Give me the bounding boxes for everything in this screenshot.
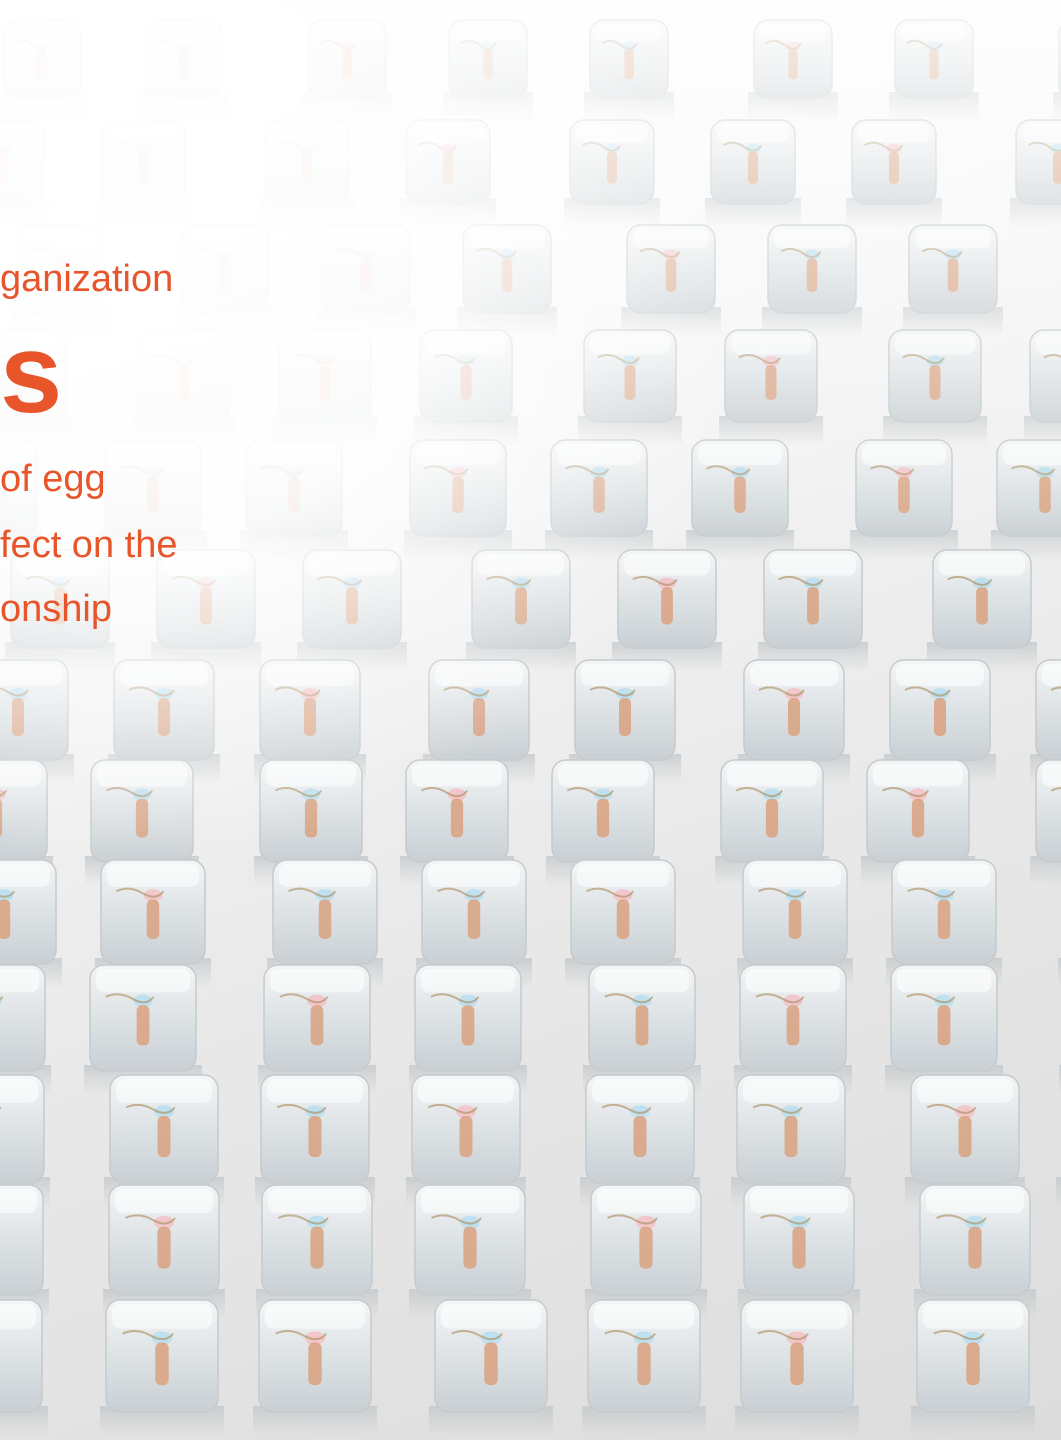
ice-cube: [256, 1184, 378, 1319]
ice-cube: [927, 549, 1037, 672]
body-line-3: onship: [0, 588, 112, 630]
ice-cube: [132, 329, 236, 446]
ice-cube: [0, 119, 50, 228]
ice-cube: [758, 549, 868, 672]
ice-cube: [914, 1184, 1036, 1319]
ice-cube: [1024, 329, 1061, 446]
ice-cube: [545, 439, 653, 560]
ice-cube: [466, 549, 576, 672]
ice-cube: [457, 224, 557, 337]
body-line-1: of egg: [0, 458, 106, 500]
ice-cube: [850, 439, 958, 560]
ice-cube: [911, 1299, 1035, 1436]
ice-cube: [612, 549, 722, 672]
heading-large: s: [0, 311, 63, 436]
ice-cube: [151, 549, 261, 672]
heading-small: ganization: [0, 258, 174, 300]
ice-cube: [883, 329, 987, 446]
ice-cube: [0, 19, 87, 122]
ice-cube: [903, 224, 1003, 337]
ice-cube: [991, 439, 1061, 560]
ice-cube: [705, 119, 801, 228]
ice-cube: [316, 224, 416, 337]
slide-canvas: ganization s of egg fect on the onship: [0, 0, 1061, 1440]
ice-cube: [400, 119, 496, 228]
ice-cube: [748, 19, 838, 122]
ice-cube: [138, 19, 228, 122]
ice-cube: [719, 329, 823, 446]
ice-cube: [100, 1299, 224, 1436]
ice-cube: [846, 119, 942, 228]
body-line-2: fect on the: [0, 524, 178, 566]
ice-cube: [273, 329, 377, 446]
ice-cube: [0, 1299, 48, 1436]
ice-cube-embryo-photo: [0, 19, 1061, 1436]
ice-cube: [621, 224, 721, 337]
ice-cube: [584, 19, 674, 122]
ice-cube: [429, 1299, 553, 1436]
ice-cube: [95, 119, 191, 228]
ice-cube: [404, 439, 512, 560]
ice-cube: [302, 19, 392, 122]
ice-cube: [582, 1299, 706, 1436]
ice-cube: [1010, 119, 1061, 228]
ice-cube: [253, 1299, 377, 1436]
ice-cube: [585, 1184, 707, 1319]
ice-cube: [297, 549, 407, 672]
ice-cube: [762, 224, 862, 337]
ice-cube: [1053, 25, 1061, 122]
ice-cube: [0, 1184, 49, 1319]
ice-cube: [735, 1299, 859, 1436]
ice-cube: [578, 329, 682, 446]
ice-cube: [564, 119, 660, 228]
ice-cube: [259, 119, 355, 228]
ice-cube: [443, 19, 533, 122]
ice-cube: [240, 439, 348, 560]
ice-cube: [686, 439, 794, 560]
ice-cube: [409, 1184, 531, 1319]
ice-cube: [414, 329, 518, 446]
ice-cube: [889, 19, 979, 122]
ice-cube: [738, 1184, 860, 1319]
ice-cube: [103, 1184, 225, 1319]
ice-cube: [175, 224, 275, 337]
